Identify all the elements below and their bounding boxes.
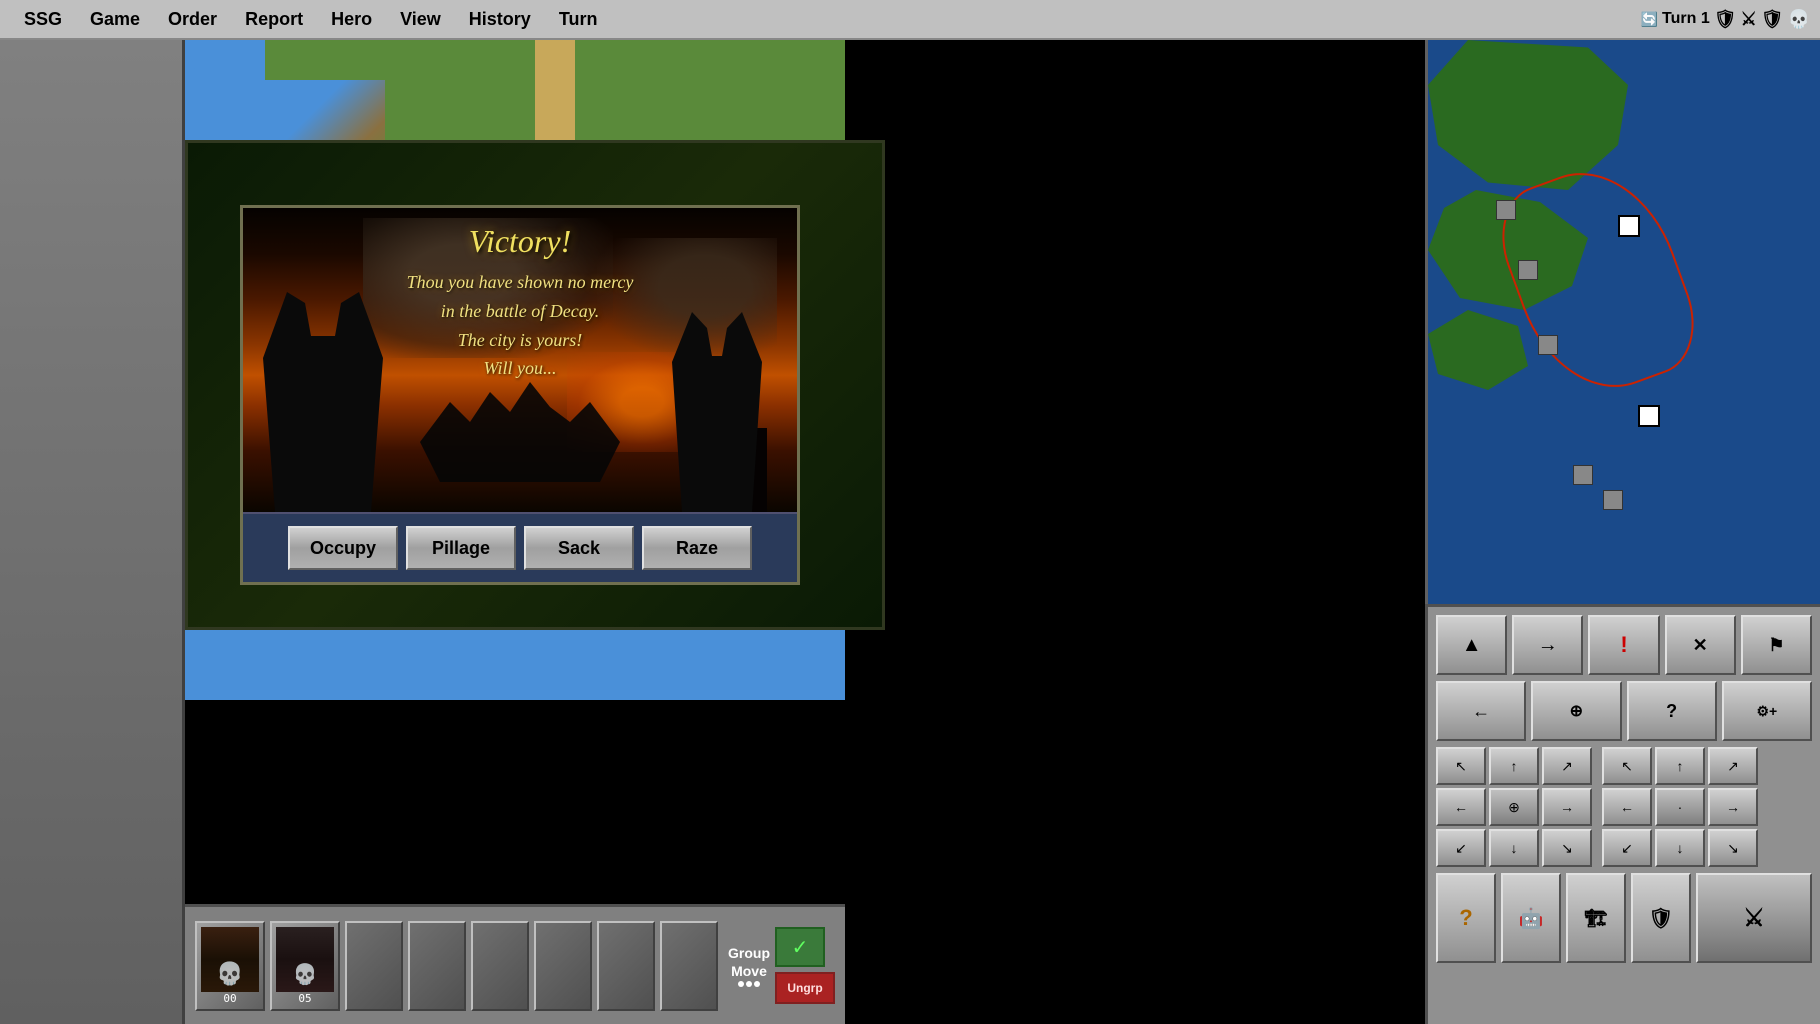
- unit-slot-1[interactable]: 💀 00: [195, 921, 265, 1011]
- arr-w[interactable]: ←: [1436, 788, 1486, 826]
- menu-report[interactable]: Report: [231, 5, 317, 34]
- victory-line4: Will you...: [263, 354, 777, 383]
- dot-2: [746, 981, 752, 987]
- victory-line1: Thou you have shown no mercy: [263, 268, 777, 297]
- arr2-nw[interactable]: ↖: [1602, 747, 1652, 785]
- unit-slot-6[interactable]: [534, 921, 592, 1011]
- unit-skull-2: 💀: [293, 962, 318, 987]
- arr2-se[interactable]: ↘: [1708, 829, 1758, 867]
- raze-button[interactable]: Raze: [642, 526, 752, 570]
- menu-hero[interactable]: Hero: [317, 5, 386, 34]
- group-move-label: Group Move: [728, 945, 770, 987]
- arrow-center-btn[interactable]: ⊕: [1531, 681, 1621, 741]
- arrow-left-btn[interactable]: ←: [1436, 681, 1526, 741]
- control-panel: ▲ → ! ✕ ⚑ ← ⊕ ? ⚙+ ↖ ↑ ↗ ← ⊕ → ↙ ↓: [1425, 604, 1820, 1024]
- arr-sw[interactable]: ↙: [1436, 829, 1486, 867]
- help-btn[interactable]: ?: [1436, 873, 1496, 963]
- sack-button[interactable]: Sack: [524, 526, 634, 570]
- victory-line2: in the battle of Decay.: [263, 297, 777, 326]
- unit-skull-1: 💀: [216, 961, 243, 987]
- arrow-cluster: ↖ ↑ ↗ ← ⊕ → ↙ ↓ ↘: [1436, 747, 1592, 867]
- menu-history[interactable]: History: [455, 5, 545, 34]
- minimap-unit-2: [1518, 260, 1538, 280]
- menubar: SSG Game Order Report Hero View History …: [0, 0, 1820, 40]
- unit-portrait-1: 💀: [201, 927, 259, 992]
- dot-1: [738, 981, 744, 987]
- arr2-ne[interactable]: ↗: [1708, 747, 1758, 785]
- arr2-center[interactable]: ·: [1655, 788, 1705, 826]
- terrain-road: [535, 40, 575, 140]
- victory-scene: Victory! Thou you have shown no mercy in…: [243, 208, 797, 512]
- cannon-btn[interactable]: 🏗: [1566, 873, 1626, 963]
- arr-center[interactable]: ⊕: [1489, 788, 1539, 826]
- minimap-marker-2: [1638, 405, 1660, 427]
- action-buttons: ✓ Ungrp: [775, 927, 835, 1004]
- minimap-unit-3: [1538, 335, 1558, 355]
- combat-btn[interactable]: ⚔: [1696, 873, 1812, 963]
- unit-slot-4[interactable]: [408, 921, 466, 1011]
- victory-dialog: Victory! Thou you have shown no mercy in…: [240, 205, 800, 585]
- ungroup-button[interactable]: Ungrp: [775, 972, 835, 1004]
- cancel-btn[interactable]: ✕: [1665, 615, 1736, 675]
- pillage-button[interactable]: Pillage: [406, 526, 516, 570]
- arr-s[interactable]: ↓: [1489, 829, 1539, 867]
- arr-se[interactable]: ↘: [1542, 829, 1592, 867]
- arr2-n[interactable]: ↑: [1655, 747, 1705, 785]
- unit-stat-1: 00: [223, 992, 236, 1005]
- minimap-unit-4: [1573, 465, 1593, 485]
- alert-btn[interactable]: !: [1588, 615, 1659, 675]
- unit-portrait-2: 💀: [276, 927, 334, 992]
- minimap: [1425, 40, 1820, 640]
- confirm-button[interactable]: ✓: [775, 927, 825, 967]
- control-row-1: ▲ → ! ✕ ⚑: [1436, 615, 1812, 675]
- query-btn[interactable]: ?: [1627, 681, 1717, 741]
- menu-turn[interactable]: Turn: [545, 5, 612, 34]
- turn-label: Turn 1: [1662, 10, 1710, 28]
- flag-btn[interactable]: ⚑: [1741, 615, 1812, 675]
- occupy-button[interactable]: Occupy: [288, 526, 398, 570]
- unit-slot-5[interactable]: [471, 921, 529, 1011]
- victory-title: Victory!: [243, 223, 797, 260]
- control-row-4: ? 🤖 🏗 🛡 ⚔: [1436, 873, 1812, 963]
- unit-panel: 💀 00 💀 05 Group Move: [185, 904, 845, 1024]
- menu-view[interactable]: View: [386, 5, 455, 34]
- menu-game[interactable]: Game: [76, 5, 154, 34]
- minimap-unit-5: [1603, 490, 1623, 510]
- victory-line3: The city is yours!: [263, 326, 777, 355]
- shield-btn[interactable]: 🛡: [1631, 873, 1691, 963]
- minimap-marker-1: [1618, 215, 1640, 237]
- robot-btn[interactable]: 🤖: [1501, 873, 1561, 963]
- arrow-cluster-2: ↖ ↑ ↗ ← · → ↙ ↓ ↘: [1602, 747, 1758, 867]
- victory-text: Thou you have shown no mercy in the batt…: [263, 268, 777, 383]
- dot-3: [754, 981, 760, 987]
- move-btn[interactable]: ▲: [1436, 615, 1507, 675]
- advance-btn[interactable]: →: [1512, 615, 1583, 675]
- game-area: Victory! Thou you have shown no mercy in…: [0, 40, 1820, 1024]
- arr2-sw[interactable]: ↙: [1602, 829, 1652, 867]
- arr-ne[interactable]: ↗: [1542, 747, 1592, 785]
- control-row-2: ← ⊕ ? ⚙+: [1436, 681, 1812, 741]
- arr-n[interactable]: ↑: [1489, 747, 1539, 785]
- arr-e[interactable]: →: [1542, 788, 1592, 826]
- move-dots: [738, 981, 760, 987]
- unit-slot-2[interactable]: 💀 05: [270, 921, 340, 1011]
- arr2-w[interactable]: ←: [1602, 788, 1652, 826]
- merge-btn[interactable]: ⚙+: [1722, 681, 1812, 741]
- unit-slot-8[interactable]: [660, 921, 718, 1011]
- arr2-e[interactable]: →: [1708, 788, 1758, 826]
- minimap-unit-1: [1496, 200, 1516, 220]
- menu-ssg[interactable]: SSG: [10, 5, 76, 34]
- arr-nw[interactable]: ↖: [1436, 747, 1486, 785]
- left-sidebar: [0, 40, 185, 1024]
- unit-slot-3[interactable]: [345, 921, 403, 1011]
- unit-slot-7[interactable]: [597, 921, 655, 1011]
- menu-order[interactable]: Order: [154, 5, 231, 34]
- move-text: Move: [731, 963, 767, 979]
- group-text: Group: [728, 945, 770, 961]
- control-row-3: ↖ ↑ ↗ ← ⊕ → ↙ ↓ ↘ ↖ ↑ ↗ ← · → ↙ ↓ ↘: [1436, 747, 1812, 867]
- victory-buttons: Occupy Pillage Sack Raze: [243, 512, 797, 582]
- unit-stat-2: 05: [298, 992, 311, 1005]
- turn-indicator: 🔄 Turn 1 🛡 ⚔ 🛡 💀: [1641, 9, 1810, 30]
- arr2-s[interactable]: ↓: [1655, 829, 1705, 867]
